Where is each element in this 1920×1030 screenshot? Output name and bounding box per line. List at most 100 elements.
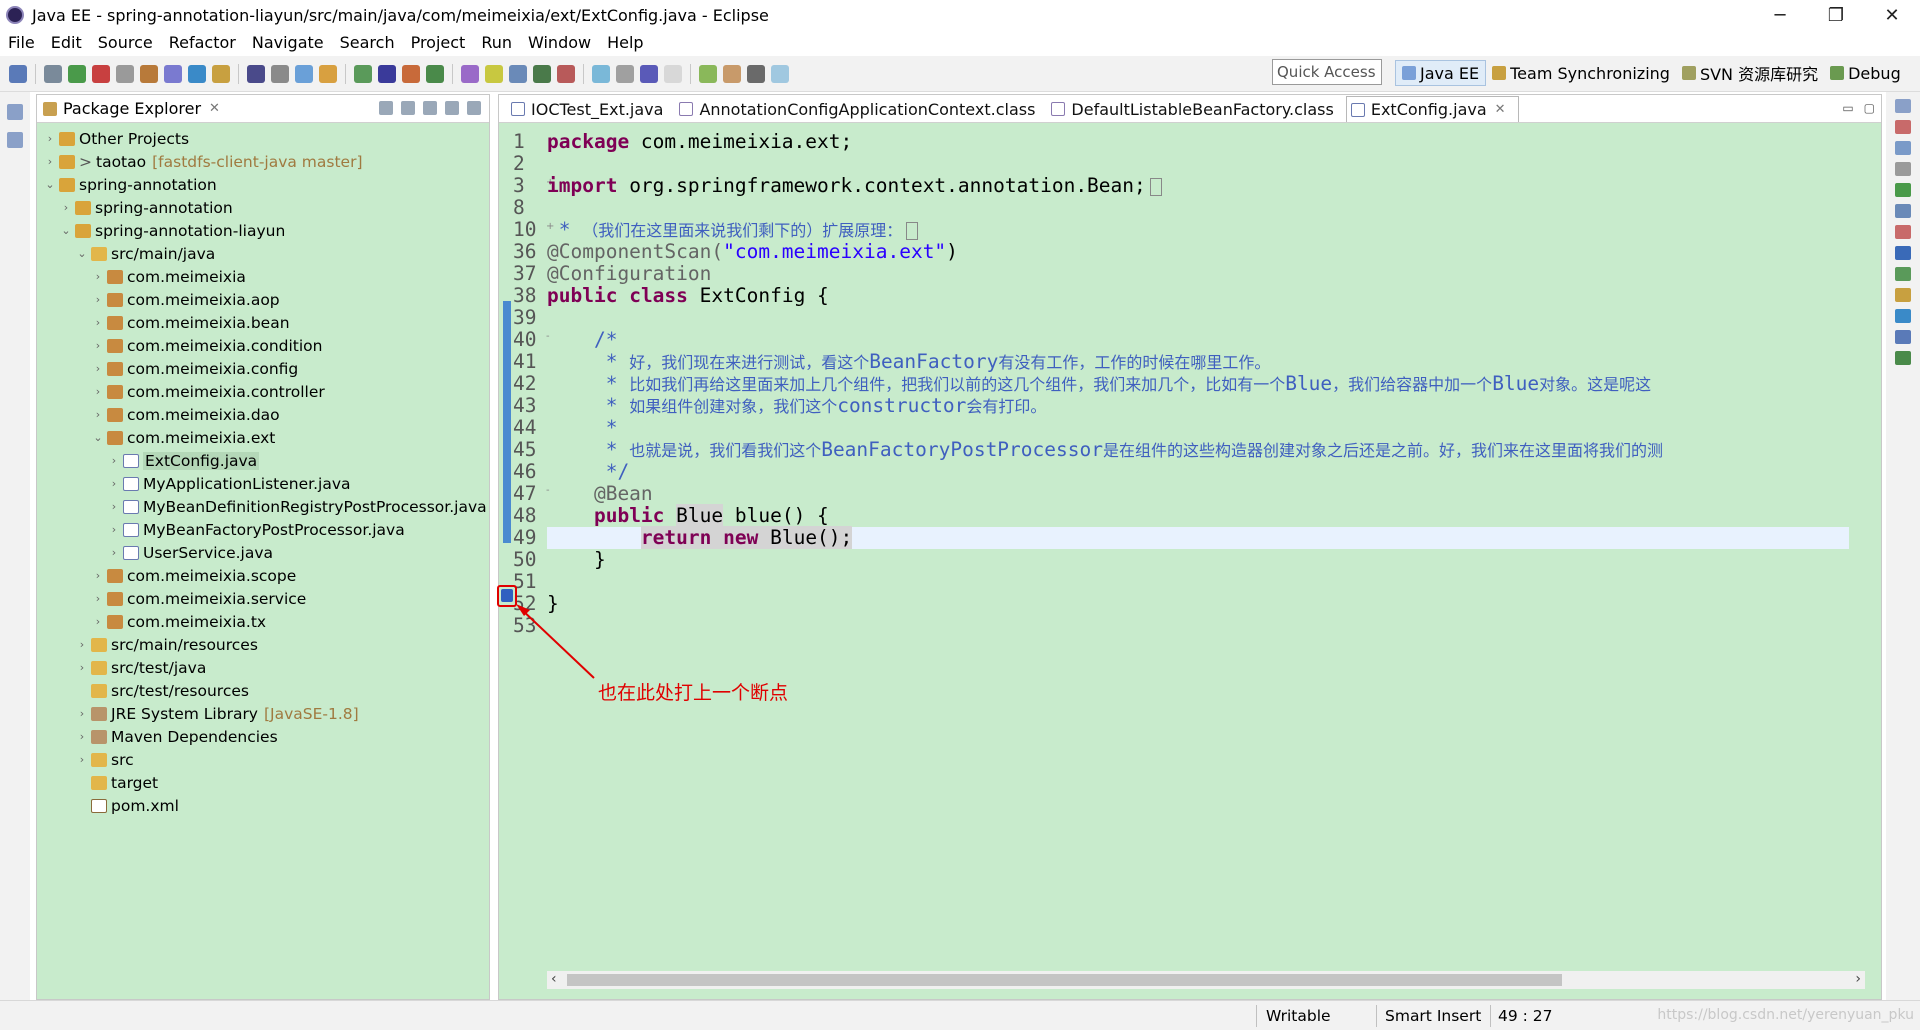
tree-item[interactable]: target (37, 771, 489, 794)
tree-item[interactable]: › JRE System Library [JavaSE-1.8] (37, 702, 489, 725)
menu-edit[interactable]: Edit (43, 33, 90, 52)
toolbar-button-icon[interactable] (354, 64, 372, 83)
view-shortcut-icon[interactable] (1895, 183, 1911, 197)
maximize-view-icon[interactable] (467, 101, 481, 115)
code-line[interactable]: * (547, 417, 618, 439)
toolbar-button-icon[interactable] (188, 64, 206, 83)
tree-item[interactable]: › com.meimeixia.bean (37, 311, 489, 334)
code-line[interactable]: @Bean (547, 483, 653, 505)
tree-item[interactable]: › MyBeanFactoryPostProcessor.java (37, 518, 489, 541)
tree-item[interactable]: › MyApplicationListener.java (37, 472, 489, 495)
menu-project[interactable]: Project (403, 33, 474, 52)
close-button[interactable]: ✕ (1864, 0, 1920, 30)
editor-tab[interactable]: ExtConfig.java ✕ (1345, 96, 1519, 122)
toolbar-button-icon[interactable] (68, 64, 86, 83)
editor-tab[interactable]: IOCTest_Ext.java (507, 96, 675, 122)
tree-item[interactable]: › MyBeanDefinitionRegistryPostProcessor.j… (37, 495, 489, 518)
tree-item[interactable]: src/test/resources (37, 679, 489, 702)
restore-button[interactable]: ❐ (1808, 0, 1864, 30)
expanded-chevron-icon[interactable]: ⌄ (43, 178, 57, 191)
expanded-chevron-icon[interactable]: ⌄ (91, 431, 105, 444)
toolbar-button-icon[interactable] (461, 64, 479, 83)
close-tab-icon[interactable]: ✕ (1495, 102, 1506, 117)
outline-icon[interactable] (7, 132, 23, 148)
code-line[interactable]: package com.meimeixia.ext; (547, 131, 852, 153)
perspective-team-sync[interactable]: Team Synchronizing (1486, 60, 1676, 86)
tree-item[interactable]: pom.xml (37, 794, 489, 817)
package-explorer-tab[interactable]: Package Explorer ✕ (43, 99, 220, 118)
code-area[interactable]: package com.meimeixia.ext; import org.spr… (547, 123, 1849, 971)
tree-item[interactable]: ⌄ com.meimeixia.ext (37, 426, 489, 449)
tree-item[interactable]: ⌄ src/main/java (37, 242, 489, 265)
toolbar-button-icon[interactable] (485, 64, 503, 83)
menu-refactor[interactable]: Refactor (161, 33, 244, 52)
collapsed-chevron-icon[interactable]: › (91, 339, 105, 352)
link-with-editor-icon[interactable] (401, 101, 415, 115)
menu-source[interactable]: Source (90, 33, 161, 52)
minimize-editor-icon[interactable]: ▭ (1842, 101, 1853, 115)
toolbar-button-icon[interactable] (247, 64, 265, 83)
toolbar-button-icon[interactable] (402, 64, 420, 83)
toolbar-button-icon[interactable] (771, 64, 789, 83)
minimize-view-icon[interactable] (445, 101, 459, 115)
toolbar-button-icon[interactable] (44, 64, 62, 83)
collapsed-chevron-icon[interactable]: › (107, 523, 121, 536)
code-line[interactable]: */ (547, 461, 630, 483)
toolbar-button-icon[interactable] (699, 64, 717, 83)
code-line[interactable]: } (547, 593, 559, 615)
collapsed-chevron-icon[interactable]: › (59, 201, 73, 214)
collapsed-chevron-icon[interactable]: › (91, 615, 105, 628)
expanded-chevron-icon[interactable]: ⌄ (75, 247, 89, 260)
code-line[interactable]: @Configuration (547, 263, 711, 285)
collapsed-chevron-icon[interactable]: › (107, 454, 121, 467)
code-line[interactable]: return new Blue(); (547, 526, 853, 549)
toolbar-button-icon[interactable] (164, 64, 182, 83)
toolbar-button-icon[interactable] (271, 64, 289, 83)
view-menu-icon[interactable] (423, 101, 437, 115)
code-line[interactable]: public Blue blue() { (547, 504, 829, 527)
toolbar-button-icon[interactable] (747, 64, 765, 83)
code-line[interactable]: * 如果组件创建对象，我们这个constructor会有打印。 (547, 395, 1047, 417)
view-shortcut-icon[interactable] (1895, 267, 1911, 281)
perspective-svn[interactable]: SVN 资源库研究 (1676, 60, 1824, 86)
tree-item[interactable]: › src/test/java (37, 656, 489, 679)
toolbar-button-icon[interactable] (557, 64, 575, 83)
tree-item[interactable]: › com.meimeixia.scope (37, 564, 489, 587)
toolbar-button-icon[interactable] (319, 64, 337, 83)
toolbar-button-icon[interactable] (116, 64, 134, 83)
collapsed-chevron-icon[interactable]: › (91, 569, 105, 582)
view-shortcut-icon[interactable] (1895, 141, 1911, 155)
menu-window[interactable]: Window (520, 33, 599, 52)
code-line[interactable]: } (547, 549, 606, 571)
code-line[interactable]: * （我们在这里面来说我们剩下的）扩展原理： (547, 219, 919, 241)
view-shortcut-icon[interactable] (1895, 99, 1911, 113)
tree-item[interactable]: › com.meimeixia.controller (37, 380, 489, 403)
toolbar-button-icon[interactable] (509, 64, 527, 83)
close-view-icon[interactable]: ✕ (209, 101, 220, 116)
code-line[interactable]: import org.springframework.context.annot… (547, 175, 1162, 197)
collapsed-chevron-icon[interactable]: › (75, 707, 89, 720)
folded-region-marker[interactable] (906, 221, 919, 240)
status-insert-mode[interactable]: Smart Insert (1385, 1007, 1481, 1025)
tree-item[interactable]: ⌄ spring-annotation (37, 173, 489, 196)
tree-item[interactable]: › com.meimeixia (37, 265, 489, 288)
tree-item[interactable]: › com.meimeixia.tx (37, 610, 489, 633)
code-line[interactable]: @ComponentScan("com.meimeixia.ext") (547, 241, 958, 263)
collapsed-chevron-icon[interactable]: › (43, 155, 57, 168)
collapsed-chevron-icon[interactable]: › (91, 293, 105, 306)
collapse-all-icon[interactable] (379, 101, 393, 115)
tree-item[interactable]: › Maven Dependencies (37, 725, 489, 748)
view-shortcut-icon[interactable] (1895, 120, 1911, 134)
collapsed-chevron-icon[interactable]: › (75, 638, 89, 651)
tree-item[interactable]: › com.meimeixia.condition (37, 334, 489, 357)
tree-item[interactable]: › src/main/resources (37, 633, 489, 656)
editor-tab[interactable]: AnnotationConfigApplicationContext.class (675, 96, 1047, 122)
view-shortcut-icon[interactable] (1895, 225, 1911, 239)
restore-view-icon[interactable] (7, 104, 23, 120)
toolbar-button-icon[interactable] (640, 64, 658, 83)
code-line[interactable]: * 也就是说，我们看我们这个BeanFactoryPostProcessor是在… (547, 439, 1663, 461)
collapsed-chevron-icon[interactable]: › (75, 730, 89, 743)
tree-item[interactable]: › com.meimeixia.aop (37, 288, 489, 311)
scroll-left-arrow[interactable]: ‹ (551, 971, 557, 987)
line-number-gutter[interactable]: 1 2 3 +8 10 +36 37 38 39 40-41 42 43 44 45 46 47-48 49 50… (511, 123, 554, 971)
